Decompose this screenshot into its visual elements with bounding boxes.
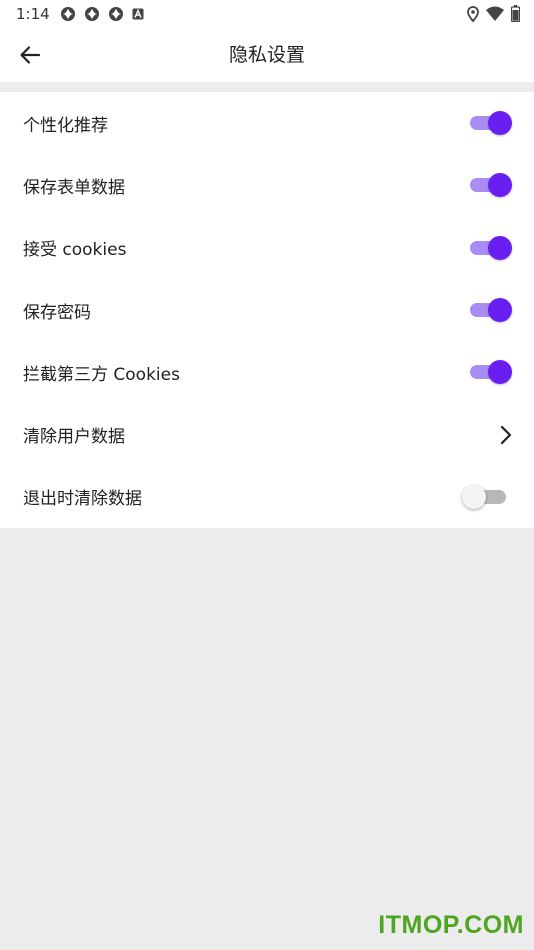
toggle-thumb — [488, 360, 512, 385]
toggle-thumb — [488, 111, 512, 136]
battery-icon — [511, 5, 520, 22]
location-icon — [467, 5, 479, 22]
page-title: 隐私设置 — [228, 44, 305, 66]
status-time: 1:14 — [16, 5, 50, 23]
setting-label: 保存密码 — [23, 302, 91, 323]
toggle-thumb — [462, 484, 486, 509]
a-box-icon — [132, 8, 144, 20]
status-bar: 1:14 — [0, 0, 534, 28]
watermark: ITMOP.COM — [378, 911, 524, 939]
toggle-thumb — [488, 235, 512, 260]
setting-row-block-third-party-cookies[interactable]: 拦截第三方 Cookies — [0, 341, 534, 403]
chevron-right-icon — [500, 425, 512, 444]
personalized-recommendation-toggle[interactable] — [470, 111, 512, 136]
notification-icons — [60, 6, 144, 22]
setting-label: 拦截第三方 Cookies — [23, 364, 180, 385]
wifi-icon — [486, 6, 504, 21]
back-button[interactable] — [12, 37, 48, 73]
aperture-icon — [84, 7, 99, 21]
block-third-party-cookies-toggle[interactable] — [470, 360, 512, 385]
setting-row-clear-data-on-exit[interactable]: 退出时清除数据 — [0, 466, 534, 528]
save-form-data-toggle[interactable] — [470, 173, 512, 198]
setting-row-save-form-data[interactable]: 保存表单数据 — [0, 154, 534, 216]
setting-row-save-passwords[interactable]: 保存密码 — [0, 279, 534, 341]
arrow-left-icon — [20, 46, 41, 64]
toggle-thumb — [488, 173, 512, 198]
setting-label: 保存表单数据 — [23, 177, 125, 198]
setting-label: 接受 cookies — [23, 240, 127, 261]
setting-row-clear-user-data[interactable]: 清除用户数据 — [0, 403, 534, 465]
system-icons — [467, 5, 520, 22]
aperture-icon — [108, 7, 123, 21]
setting-label: 退出时清除数据 — [23, 489, 142, 510]
app-bar: 隐私设置 — [0, 28, 534, 82]
toggle-thumb — [488, 298, 512, 323]
save-passwords-toggle[interactable] — [470, 298, 512, 323]
setting-row-personalized-recommendation[interactable]: 个性化推荐 — [0, 92, 534, 154]
setting-label: 个性化推荐 — [23, 115, 108, 136]
section-divider — [0, 82, 534, 92]
clear-data-on-exit-toggle[interactable] — [462, 484, 508, 509]
settings-list: 个性化推荐 保存表单数据 接受 cookies 保存密码 拦截第三方 Cooki… — [0, 92, 534, 528]
setting-row-accept-cookies[interactable]: 接受 cookies — [0, 217, 534, 279]
accept-cookies-toggle[interactable] — [470, 235, 512, 260]
setting-label: 清除用户数据 — [23, 427, 125, 448]
aperture-icon — [60, 7, 75, 21]
